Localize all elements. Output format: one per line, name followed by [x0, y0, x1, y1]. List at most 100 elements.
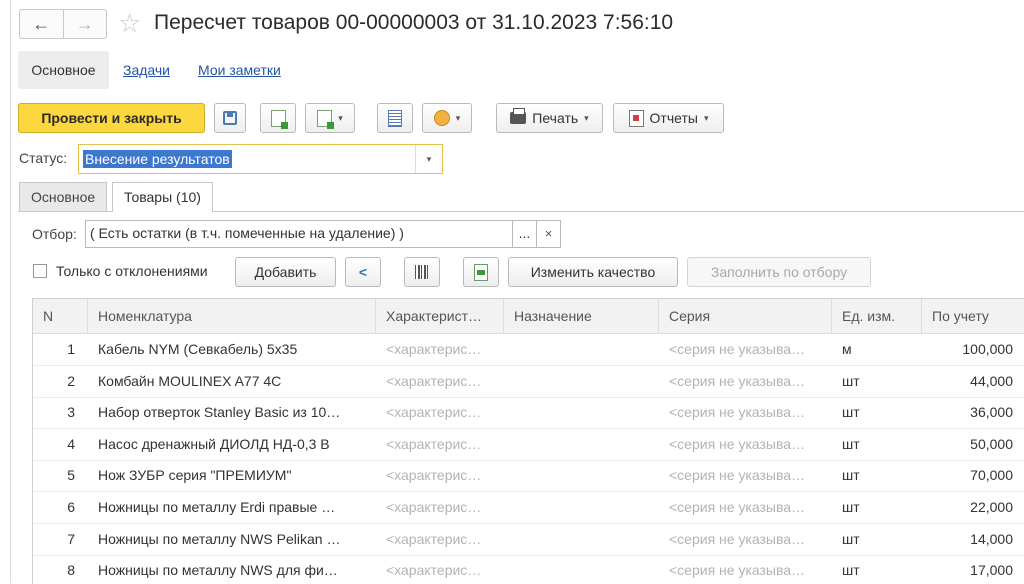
cell-n[interactable]: 6	[33, 492, 81, 523]
table-row[interactable]: 2 Комбайн MOULINEX A77 4C <характерис… <сер…	[33, 366, 1024, 398]
cell-n[interactable]: 4	[33, 429, 81, 460]
section-tab-tasks[interactable]: Задачи	[123, 51, 170, 89]
cell-characteristic[interactable]: <характерис…	[376, 397, 504, 428]
cell-characteristic[interactable]: <характерис…	[376, 334, 504, 365]
cell-accounted[interactable]: 36,000	[922, 397, 1024, 428]
clear-icon[interactable]: ×	[537, 220, 561, 248]
cell-accounted[interactable]: 50,000	[922, 429, 1024, 460]
cell-purpose[interactable]	[504, 429, 659, 460]
table-row[interactable]: 7 Ножницы по металлу NWS Pelikan … <характ…	[33, 524, 1024, 556]
notes-link[interactable]: Мои заметки	[198, 62, 281, 78]
cell-n[interactable]: 8	[33, 555, 81, 584]
cell-series[interactable]: <серия не указыва…	[659, 460, 832, 491]
cell-characteristic[interactable]: <характерис…	[376, 555, 504, 584]
fill-button[interactable]	[463, 257, 499, 287]
cell-series[interactable]: <серия не указыва…	[659, 366, 832, 397]
table-row[interactable]: 3 Набор отверток Stanley Basic из 10… <хар…	[33, 397, 1024, 430]
back-arrow-icon[interactable]: ←	[20, 10, 63, 38]
table-row[interactable]: 6 Ножницы по металлу Erdi правые … <характ…	[33, 492, 1024, 524]
add-button[interactable]: Добавить	[235, 257, 336, 287]
cell-purpose[interactable]	[504, 366, 659, 397]
barcode-button[interactable]	[404, 257, 440, 287]
cell-characteristic[interactable]: <характерис…	[376, 460, 504, 491]
cell-series[interactable]: <серия не указыва…	[659, 429, 832, 460]
cell-series[interactable]: <серия не указыва…	[659, 492, 832, 523]
cell-characteristic[interactable]: <характерис…	[376, 429, 504, 460]
cell-n[interactable]: 5	[33, 460, 81, 491]
cell-purpose[interactable]	[504, 397, 659, 428]
change-quality-button[interactable]: Изменить качество	[508, 257, 678, 287]
cell-series[interactable]: <серия не указыва…	[659, 334, 832, 365]
history-button[interactable]: ▾	[422, 103, 472, 133]
cell-purpose[interactable]	[504, 555, 659, 584]
post-and-close-button[interactable]: Провести и закрыть	[18, 103, 205, 133]
forward-arrow-icon[interactable]: →	[62, 10, 107, 38]
cell-n[interactable]: 7	[33, 524, 81, 555]
cell-item[interactable]: Набор отверток Stanley Basic из 10…	[88, 397, 376, 428]
save-button[interactable]	[214, 103, 246, 133]
table-row[interactable]: 5 Нож ЗУБР серия "ПРЕМИУМ" <характерис… <се…	[33, 460, 1024, 493]
post-button[interactable]	[260, 103, 296, 133]
table-row[interactable]: 8 Ножницы по металлу NWS для фи… <характер…	[33, 555, 1024, 584]
cell-series[interactable]: <серия не указыва…	[659, 524, 832, 555]
cell-series[interactable]: <серия не указыва…	[659, 555, 832, 584]
cell-item[interactable]: Ножницы по металлу NWS для фи…	[88, 555, 376, 584]
cell-unit[interactable]: м	[832, 334, 922, 365]
split-button[interactable]: <	[345, 257, 381, 287]
cell-characteristic[interactable]: <характерис…	[376, 366, 504, 397]
print-button[interactable]: Печать ▾	[496, 103, 603, 133]
cell-accounted[interactable]: 22,000	[922, 492, 1024, 523]
cell-unit[interactable]: шт	[832, 429, 922, 460]
column-header-accounted[interactable]: По учету	[922, 299, 1024, 333]
cell-characteristic[interactable]: <характерис…	[376, 492, 504, 523]
cell-n[interactable]: 2	[33, 366, 81, 397]
column-header-series[interactable]: Серия	[659, 299, 832, 333]
cell-purpose[interactable]	[504, 334, 659, 365]
cell-series[interactable]: <серия не указыва…	[659, 397, 832, 428]
create-based-on-button[interactable]: ▾	[305, 103, 355, 133]
filter-select-button[interactable]: ...	[513, 220, 537, 248]
table-row[interactable]: 4 Насос дренажный ДИОЛД НД-0,3 В <характер…	[33, 429, 1024, 461]
column-header-unit[interactable]: Ед. изм.	[832, 299, 922, 333]
cell-unit[interactable]: шт	[832, 460, 922, 491]
section-tab-notes[interactable]: Мои заметки	[198, 51, 281, 89]
cell-n[interactable]: 3	[33, 397, 81, 428]
filter-input[interactable]: ( Есть остатки (в т.ч. помеченные на уда…	[85, 220, 513, 248]
cell-unit[interactable]: шт	[832, 492, 922, 523]
cell-item[interactable]: Ножницы по металлу Erdi правые …	[88, 492, 376, 523]
column-header-purpose[interactable]: Назначение	[504, 299, 659, 333]
cell-item[interactable]: Ножницы по металлу NWS Pelikan …	[88, 524, 376, 555]
cell-item[interactable]: Комбайн MOULINEX A77 4C	[88, 366, 376, 397]
table-row[interactable]: 1 Кабель NYM (Севкабель) 5х35 <характерис……	[33, 334, 1024, 366]
cell-accounted[interactable]: 14,000	[922, 524, 1024, 555]
cell-item[interactable]: Насос дренажный ДИОЛД НД-0,3 В	[88, 429, 376, 460]
cell-accounted[interactable]: 44,000	[922, 366, 1024, 397]
cell-characteristic[interactable]: <характерис…	[376, 524, 504, 555]
column-header-characteristic[interactable]: Характерист…	[376, 299, 504, 333]
structure-button[interactable]	[377, 103, 413, 133]
cell-item[interactable]: Кабель NYM (Севкабель) 5х35	[88, 334, 376, 365]
cell-accounted[interactable]: 17,000	[922, 555, 1024, 584]
tab-goods[interactable]: Товары (10)	[112, 182, 213, 212]
cell-unit[interactable]: шт	[832, 397, 922, 428]
cell-n[interactable]: 1	[33, 334, 81, 365]
cell-purpose[interactable]	[504, 524, 659, 555]
tab-main[interactable]: Основное	[19, 182, 108, 211]
cell-unit[interactable]: шт	[832, 555, 922, 584]
cell-unit[interactable]: шт	[832, 366, 922, 397]
column-header-item[interactable]: Номенклатура	[88, 299, 376, 333]
section-tab-main[interactable]: Основное	[18, 51, 109, 89]
tasks-link[interactable]: Задачи	[123, 62, 170, 78]
status-value[interactable]: Внесение результатов	[83, 150, 232, 168]
column-header-n[interactable]: N	[33, 299, 88, 333]
cell-item[interactable]: Нож ЗУБР серия "ПРЕМИУМ"	[88, 460, 376, 491]
cell-accounted[interactable]: 70,000	[922, 460, 1024, 491]
cell-unit[interactable]: шт	[832, 524, 922, 555]
only-deviations-label[interactable]: Только с отклонениями	[56, 263, 208, 279]
only-deviations-checkbox[interactable]	[33, 264, 47, 278]
reports-button[interactable]: Отчеты ▾	[613, 103, 724, 133]
favorite-star-icon[interactable]: ☆	[118, 8, 141, 38]
cell-purpose[interactable]	[504, 460, 659, 491]
status-select[interactable]: Внесение результатов ▾	[78, 144, 443, 174]
cell-accounted[interactable]: 100,000	[922, 334, 1024, 365]
